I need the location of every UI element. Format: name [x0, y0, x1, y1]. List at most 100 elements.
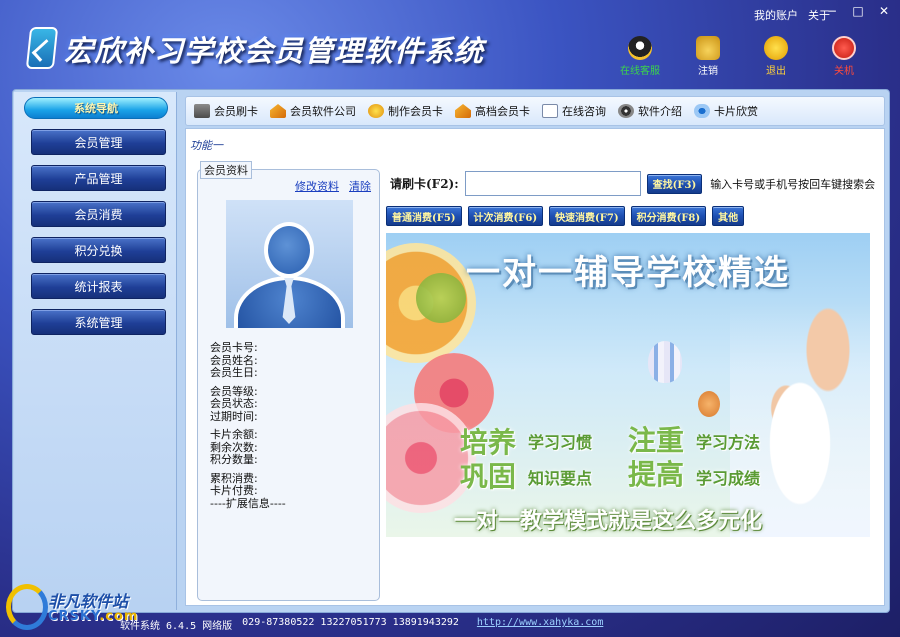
app-title: 宏欣补习学校会员管理软件系统 [64, 34, 485, 68]
sidebar-item-points-exchange[interactable]: 积分兑换 [31, 237, 166, 263]
swipe-row: 请刷卡(F2): 查找(F3) 输入卡号或手机号按回车键搜索会 [390, 171, 875, 196]
toolbar-card-gallery[interactable]: 卡片欣赏 [694, 103, 758, 119]
window-controls: − □ ✕ [824, 4, 892, 18]
close-window-button[interactable]: ✕ [876, 4, 892, 18]
house-icon [270, 104, 286, 118]
field-birthday: 会员生日: [210, 366, 258, 379]
status-bar: 软件系统 6.4.5 网络版 029-87380522 13227051773 … [120, 617, 603, 632]
member-panel-legend: 会员资料 [200, 161, 252, 179]
slogan-small: 知识要点 [528, 469, 593, 488]
shutdown-button[interactable]: 关机 [810, 36, 878, 77]
status-url-link[interactable]: http://www.xahyka.com [477, 617, 603, 632]
points-consume-button[interactable]: 积分消费(F8) [630, 206, 707, 226]
query-button[interactable]: 查找(F3) [646, 173, 703, 194]
member-fields: 会员卡号: 会员姓名: 会员生日: 会员等级: 会员状态: 过期时间: 卡片余额… [210, 341, 286, 510]
shutdown-label: 关机 [834, 66, 854, 77]
running-man-icon [764, 36, 788, 60]
top-links: 我的账户 关于 [754, 7, 830, 23]
toolbar-software-intro[interactable]: 软件介绍 [618, 103, 682, 119]
toolbar-label: 高档会员卡 [475, 105, 530, 118]
edit-profile-link[interactable]: 修改资料 [295, 178, 339, 194]
clear-link[interactable]: 清除 [349, 178, 371, 194]
house-icon [455, 104, 471, 118]
eye-icon [694, 104, 710, 118]
avatar-head [264, 222, 314, 278]
banner-family-photo [730, 303, 870, 537]
slogan-small: 学习方法 [696, 433, 761, 452]
toolbar-label: 卡片欣赏 [714, 105, 758, 118]
toolbar-software-company[interactable]: 会员软件公司 [270, 103, 356, 119]
count-consume-button[interactable]: 计次消费(F6) [467, 206, 544, 226]
star-badge-icon [368, 104, 384, 118]
sidebar-item-system-management[interactable]: 系统管理 [31, 309, 166, 335]
disc-icon [618, 104, 634, 118]
field-expiry: 过期时间: [210, 409, 258, 423]
hot-air-balloon-small [698, 391, 720, 417]
field-card-fee: 卡片付费: [210, 484, 258, 497]
field-points: 积分数量: [210, 453, 258, 466]
sidebar-item-reports[interactable]: 统计报表 [31, 273, 166, 299]
swipe-label: 请刷卡(F2): [390, 177, 459, 191]
app-logo-icon [25, 27, 59, 69]
toolbar-label: 软件介绍 [638, 105, 682, 118]
my-account-link[interactable]: 我的账户 [754, 7, 798, 23]
sidebar-item-member-consumption[interactable]: 会员消费 [31, 201, 166, 227]
toolbar-member-swipe[interactable]: 会员刷卡 [194, 103, 258, 119]
card-search-input[interactable] [464, 171, 641, 196]
toolbar-make-card[interactable]: 制作会员卡 [368, 103, 443, 119]
quick-consume-button[interactable]: 快速消费(F7) [549, 206, 625, 226]
toolbar-premium-card[interactable]: 高档会员卡 [455, 103, 530, 119]
promo-banner: 一对一辅导学校精选 培养 学习习惯 注重 学习方法 巩固 知识要点 提高 学习成… [386, 233, 870, 537]
top-actions: 在线客服 注销 退出 关机 [606, 36, 878, 77]
app-window: 我的账户 关于 − □ ✕ 宏欣补习学校会员管理软件系统 在线客服 注销 退出 … [0, 0, 900, 637]
status-phones: 029-87380522 13227051773 13891943292 [242, 617, 459, 628]
function-label: 功能一 [190, 139, 223, 152]
slogan-big: 提高 [628, 458, 685, 491]
toolbar-label: 在线咨询 [562, 105, 606, 118]
watermark-en-main: CRSKY [48, 609, 100, 624]
online-service-button[interactable]: 在线客服 [606, 36, 674, 77]
member-info-panel: 会员资料 修改资料 清除 会员卡号: 会员姓名: 会员生日: 会员等级: 会员状… [197, 161, 380, 601]
banner-flower [416, 273, 466, 323]
sidebar-item-member-management[interactable]: 会员管理 [31, 129, 166, 155]
lock-icon [696, 36, 720, 60]
slogan-big: 巩固 [460, 460, 517, 493]
toolbar-label: 制作会员卡 [388, 105, 443, 118]
member-panel-links: 修改资料 清除 [295, 178, 371, 194]
online-service-label: 在线客服 [620, 66, 660, 77]
slogan-small: 学习习惯 [528, 433, 593, 452]
logout-label: 注销 [698, 66, 718, 77]
field-balance: 卡片余额: [210, 428, 258, 441]
watermark-logo: 非凡软件站 CRSKY.com [4, 584, 154, 636]
watermark-en: CRSKY.com [48, 609, 138, 624]
maximize-button[interactable]: □ [850, 4, 866, 18]
banner-bottom-text: 一对一教学模式就是这么多元化 [454, 509, 763, 534]
avatar [226, 200, 353, 328]
sidebar-item-product-management[interactable]: 产品管理 [31, 165, 166, 191]
content-area: 功能一 会员资料 修改资料 清除 会员卡号: 会员姓名: 会员生日: 会员等级:… [185, 128, 885, 606]
slogan-small: 学习成绩 [696, 469, 761, 488]
minimize-button[interactable]: − [824, 4, 840, 18]
other-button[interactable]: 其他 [712, 206, 745, 226]
extended-info-header: ----扩展信息---- [210, 496, 286, 510]
power-icon [832, 36, 856, 60]
toolbar-label: 会员软件公司 [290, 105, 356, 118]
banner-title: 一对一辅导学校精选 [466, 253, 790, 293]
exit-button[interactable]: 退出 [742, 36, 810, 77]
logout-button[interactable]: 注销 [674, 36, 742, 77]
mail-icon [542, 104, 558, 118]
hot-air-balloon [648, 341, 682, 383]
normal-consume-button[interactable]: 普通消费(F5) [386, 206, 462, 226]
qq-penguin-icon [628, 36, 652, 60]
watermark-en-suffix: .com [99, 609, 139, 624]
watermark-swirl-icon [6, 584, 48, 630]
exit-label: 退出 [766, 66, 786, 77]
sidebar: 系统导航 会员管理 产品管理 会员消费 积分兑换 统计报表 系统管理 [14, 92, 177, 610]
card-reader-icon [194, 104, 210, 118]
sidebar-header: 系统导航 [24, 97, 168, 119]
search-hint: 输入卡号或手机号按回车键搜索会 [710, 177, 876, 191]
toolbar-label: 会员刷卡 [214, 105, 258, 118]
toolbar-online-consult[interactable]: 在线咨询 [542, 103, 606, 119]
field-status: 会员状态: [210, 397, 258, 410]
toolbar: 会员刷卡 会员软件公司 制作会员卡 高档会员卡 在线咨询 软件介绍 卡片欣赏 [185, 96, 885, 126]
